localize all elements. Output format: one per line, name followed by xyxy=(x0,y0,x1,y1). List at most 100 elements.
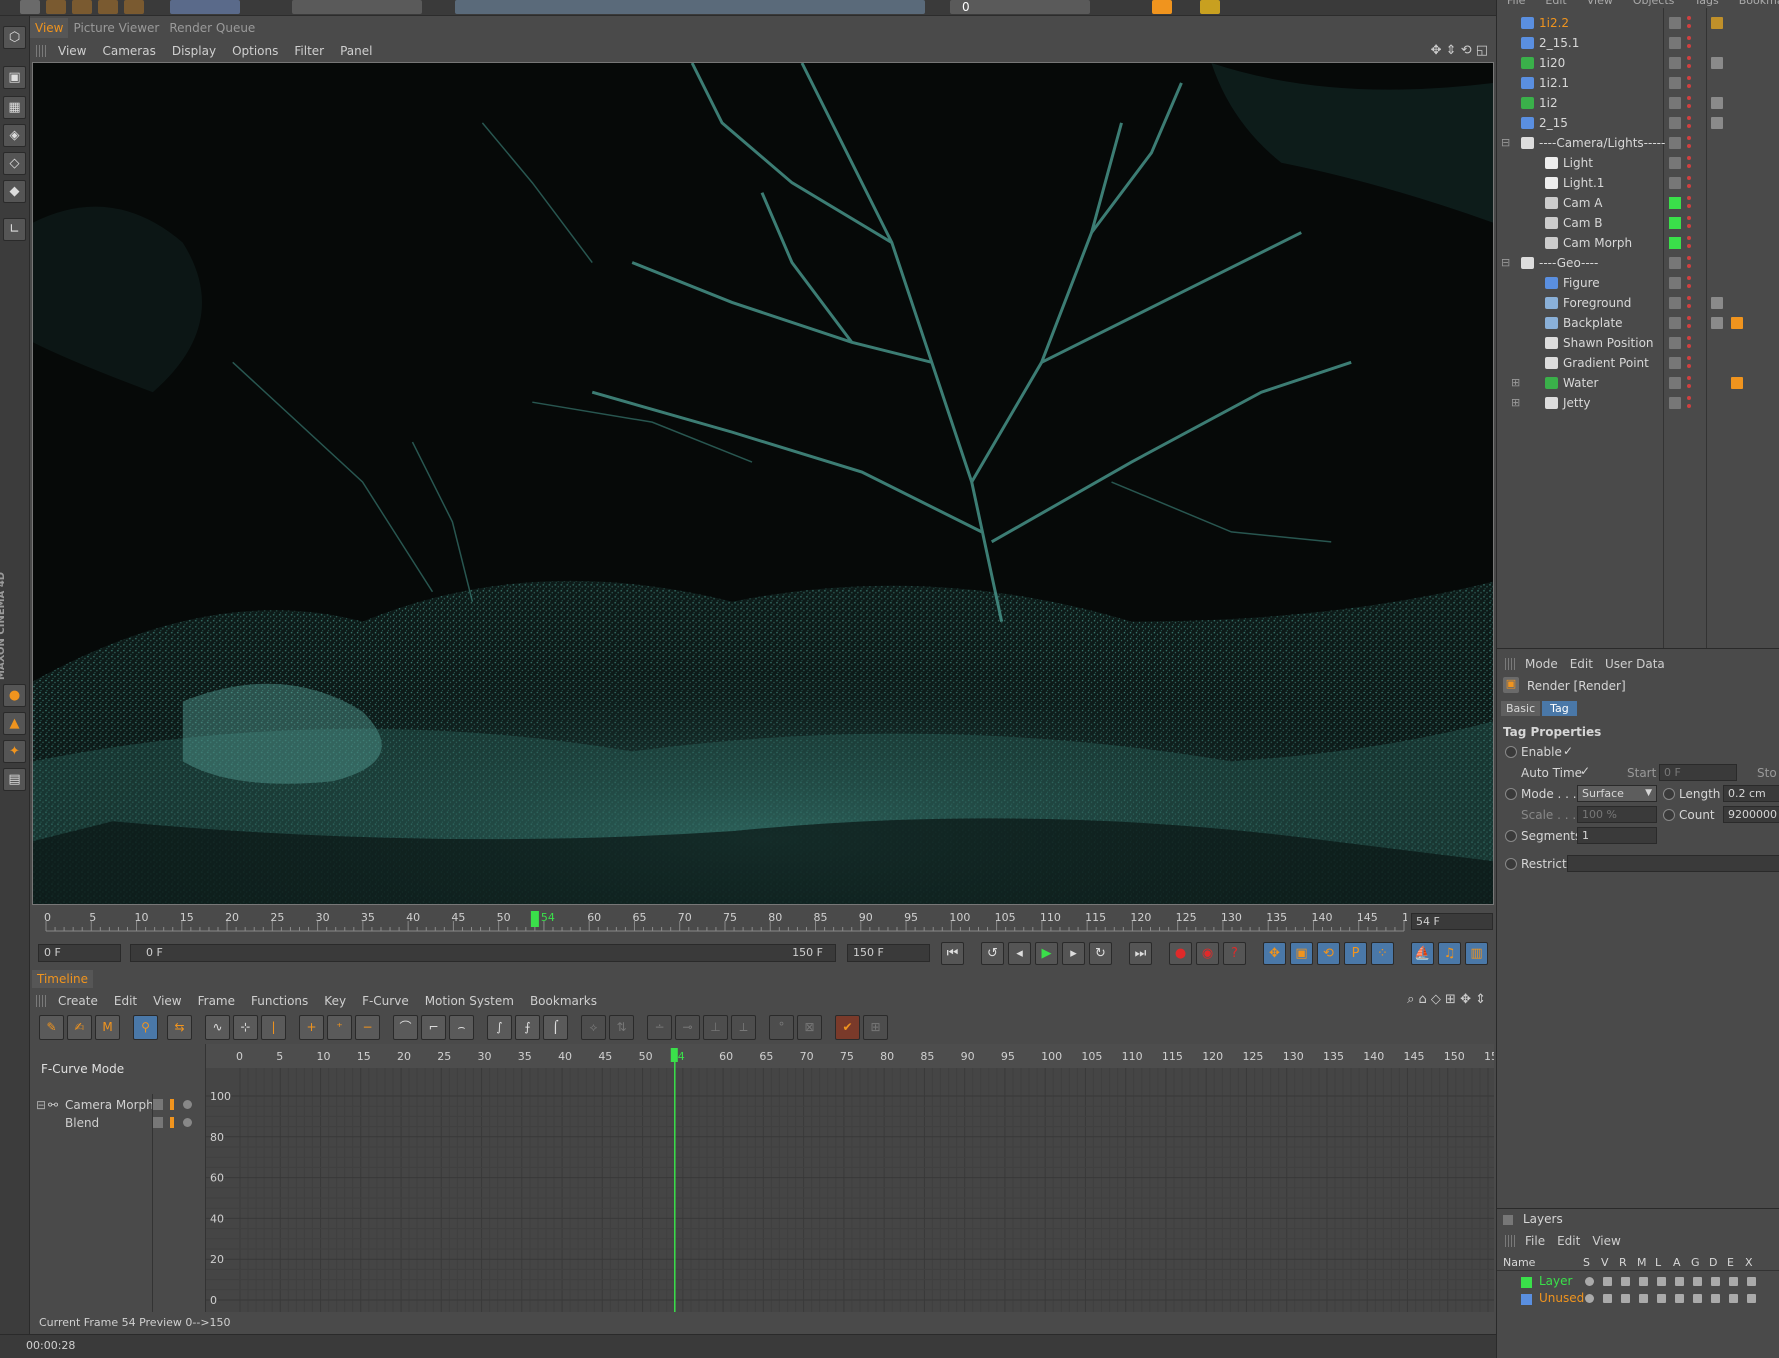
undo-icon[interactable] xyxy=(20,0,40,14)
workplane-icon[interactable]: ∟ xyxy=(3,218,26,241)
record-pla-icon[interactable]: ⁘ xyxy=(1371,942,1394,965)
menu-options[interactable]: Options xyxy=(224,41,286,61)
layer-flag-icon[interactable] xyxy=(1711,1277,1720,1286)
editor-visibility-dot[interactable] xyxy=(1687,156,1691,160)
mode-radio[interactable] xyxy=(1505,788,1517,800)
visibility-icon[interactable] xyxy=(1669,177,1681,189)
soft-selection-icon[interactable]: ✦ xyxy=(3,740,26,763)
layer-row[interactable]: Unused xyxy=(1497,1290,1779,1308)
editor-visibility-dot[interactable] xyxy=(1687,336,1691,340)
menu-mode[interactable]: Mode xyxy=(1519,654,1564,674)
start-field[interactable]: 0 F xyxy=(1659,764,1737,781)
render-visibility-dot[interactable] xyxy=(1687,284,1691,288)
visibility-icon[interactable] xyxy=(1669,77,1681,89)
layer-flag-icon[interactable] xyxy=(1675,1294,1684,1303)
render-visibility-dot[interactable] xyxy=(1687,244,1691,248)
panel-grip-icon[interactable] xyxy=(1505,1235,1515,1247)
layer-flag-icon[interactable] xyxy=(1729,1277,1738,1286)
editor-visibility-dot[interactable] xyxy=(1687,376,1691,380)
timeline-menu-key[interactable]: Key xyxy=(316,991,354,1011)
menu-cameras[interactable]: Cameras xyxy=(94,41,163,61)
render-region-icon[interactable]: ▤ xyxy=(3,768,26,791)
length-radio[interactable] xyxy=(1663,788,1675,800)
record-scale-icon[interactable]: ▣ xyxy=(1290,942,1313,965)
axis-lock-icon[interactable] xyxy=(170,0,240,14)
enable-radio[interactable] xyxy=(1505,746,1517,758)
mode-select[interactable]: Surface ▼ xyxy=(1577,785,1657,802)
object-row[interactable]: 1i2.1 xyxy=(1497,73,1779,93)
script-icon[interactable] xyxy=(1152,0,1172,14)
previous-frame-icon[interactable]: ◂ xyxy=(1008,942,1031,965)
editor-visibility-dot[interactable] xyxy=(1687,216,1691,220)
solo-icon[interactable] xyxy=(183,1100,192,1109)
render-visibility-dot[interactable] xyxy=(1687,124,1691,128)
editor-visibility-dot[interactable] xyxy=(1687,316,1691,320)
restrict-radio[interactable] xyxy=(1505,858,1517,870)
visibility-icon[interactable] xyxy=(1669,277,1681,289)
ease-in-icon[interactable]: ∫ xyxy=(487,1015,512,1040)
enable-checkbox[interactable]: ✓ xyxy=(1563,744,1573,758)
menu-filter[interactable]: Filter xyxy=(286,41,332,61)
menu-view[interactable]: View xyxy=(50,41,94,61)
autotime-checkbox[interactable]: ✓ xyxy=(1580,764,1590,778)
render-buttons-icon[interactable] xyxy=(292,0,422,14)
object-row[interactable]: Gradient Point xyxy=(1497,353,1779,373)
zero-length-icon[interactable]: ⊸ xyxy=(675,1015,700,1040)
preview-range-slider[interactable]: 0 F 150 F xyxy=(130,944,836,962)
layer-flag-icon[interactable] xyxy=(1729,1294,1738,1303)
make-editable-icon[interactable]: ⬡ xyxy=(3,26,26,49)
editor-visibility-dot[interactable] xyxy=(1687,116,1691,120)
editor-visibility-dot[interactable] xyxy=(1687,196,1691,200)
fcurve-icon[interactable]: ✍ xyxy=(67,1015,92,1040)
layer-row[interactable]: Layer xyxy=(1497,1273,1779,1291)
render-visibility-dot[interactable] xyxy=(1687,104,1691,108)
layer-flag-icon[interactable] xyxy=(1693,1294,1702,1303)
object-row[interactable]: 2_15 xyxy=(1497,113,1779,133)
timeline-menu-frame[interactable]: Frame xyxy=(190,991,243,1011)
render-visibility-dot[interactable] xyxy=(1687,364,1691,368)
panel-grip-icon[interactable] xyxy=(36,995,46,1007)
sculpt-brush-icon[interactable]: ● xyxy=(3,684,26,707)
layer-flag-icon[interactable] xyxy=(1621,1294,1630,1303)
go-to-end-icon[interactable]: ⏭ xyxy=(1129,942,1152,965)
tab-basic[interactable]: Basic xyxy=(1501,701,1541,716)
length-field[interactable]: 0.2 cm xyxy=(1723,785,1779,802)
layer-swatch[interactable] xyxy=(1521,1294,1532,1305)
object-row[interactable]: 1i2.2 xyxy=(1497,13,1779,33)
layer-flag-icon[interactable] xyxy=(1639,1294,1648,1303)
object-row[interactable]: Shawn Position xyxy=(1497,333,1779,353)
panel-grip-icon[interactable] xyxy=(36,45,46,57)
objects-menu-edit[interactable]: Edit xyxy=(1535,0,1576,8)
layer-flag-icon[interactable] xyxy=(1585,1294,1594,1303)
tag-icon[interactable] xyxy=(1711,117,1723,129)
object-row[interactable]: Light xyxy=(1497,153,1779,173)
tag-icon[interactable] xyxy=(1711,57,1723,69)
menu-edit[interactable]: Edit xyxy=(1564,654,1599,674)
polygons-mode-icon[interactable]: ◆ xyxy=(3,180,26,203)
rotate-tool-icon[interactable] xyxy=(98,0,118,14)
key-mode-icon[interactable]: ⊹ xyxy=(233,1015,258,1040)
sound-icon[interactable]: ♫ xyxy=(1438,942,1461,965)
count-radio[interactable] xyxy=(1663,809,1675,821)
record-parameter-icon[interactable]: P xyxy=(1344,942,1367,965)
layer-flag-icon[interactable] xyxy=(1603,1294,1612,1303)
texture-mode-icon[interactable]: ▦ xyxy=(3,96,26,119)
end-frame-field[interactable]: 150 F xyxy=(847,944,930,962)
timeline-menu-bookmarks[interactable]: Bookmarks xyxy=(522,991,605,1011)
tangent-lock-icon[interactable]: ⇅ xyxy=(609,1015,634,1040)
timeline-menu-motion-system[interactable]: Motion System xyxy=(417,991,522,1011)
tab-timeline[interactable]: Timeline xyxy=(32,970,94,988)
visibility-icon[interactable] xyxy=(1669,297,1681,309)
object-row[interactable]: Figure xyxy=(1497,273,1779,293)
collapse-icon[interactable]: ⊟ xyxy=(36,1096,46,1114)
render-visibility-dot[interactable] xyxy=(1687,144,1691,148)
visibility-icon[interactable] xyxy=(1669,37,1681,49)
track-blend[interactable]: Blend xyxy=(32,1114,206,1132)
editor-visibility-dot[interactable] xyxy=(1687,276,1691,280)
key-value-icon[interactable]: ° xyxy=(769,1015,794,1040)
editor-visibility-dot[interactable] xyxy=(1687,56,1691,60)
layer-flag-icon[interactable] xyxy=(1747,1277,1756,1286)
editor-visibility-dot[interactable] xyxy=(1687,396,1691,400)
layer-flag-icon[interactable] xyxy=(1657,1294,1666,1303)
object-row[interactable]: ⊞ Jetty xyxy=(1497,393,1779,413)
